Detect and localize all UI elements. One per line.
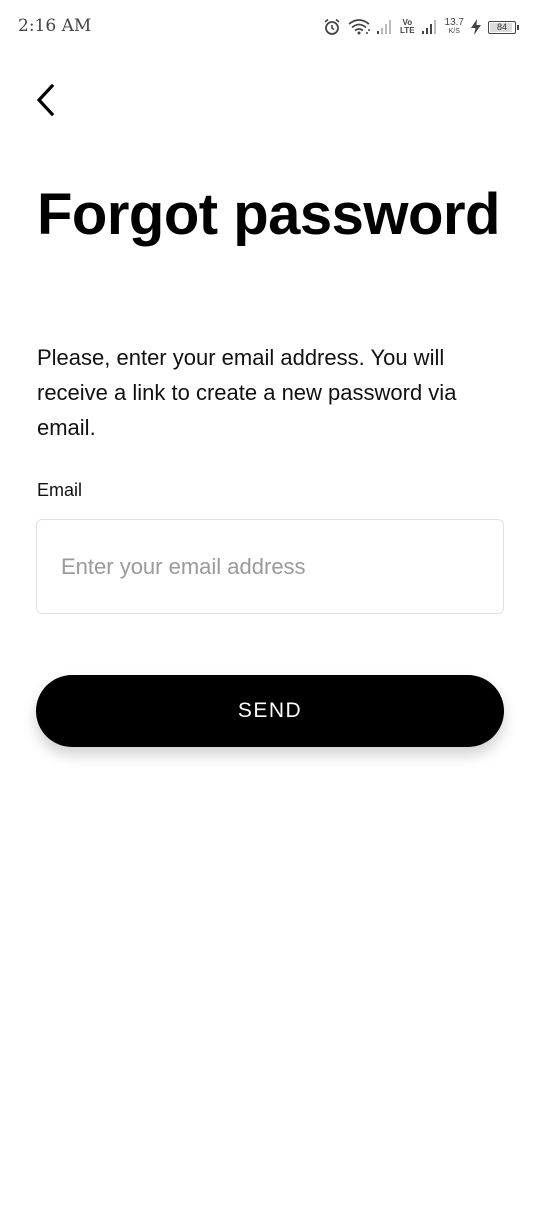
wifi-icon [348,19,371,35]
battery-icon: 84 [488,20,519,34]
network-speed: 13.7 K/S [445,18,464,36]
alarm-icon [323,18,341,36]
email-label: Email [37,480,83,500]
status-time: 2:16 AM [18,16,92,36]
page-title: Forgot password [37,182,500,247]
network-speed-value: 13.7 [444,17,464,28]
battery-percentage: 84 [496,22,507,32]
chevron-left-icon[interactable] [34,83,58,122]
signal-icon [377,20,393,34]
network-speed-unit: K/S [448,28,460,35]
instructions-text: Please, enter your email address. You wi… [37,345,457,440]
email-field[interactable] [36,519,504,614]
network-type-label: Vo LTE [400,19,415,35]
signal-icon [421,20,438,34]
network-type-bottom: LTE [400,26,415,35]
send-button[interactable]: SEND [36,675,504,747]
status-bar: 2:16 AM Vo LTE 13.7 K/S 84 [0,0,540,54]
charging-icon [471,19,481,35]
status-icons: Vo LTE 13.7 K/S 84 [323,14,519,40]
back-button[interactable] [28,80,64,124]
